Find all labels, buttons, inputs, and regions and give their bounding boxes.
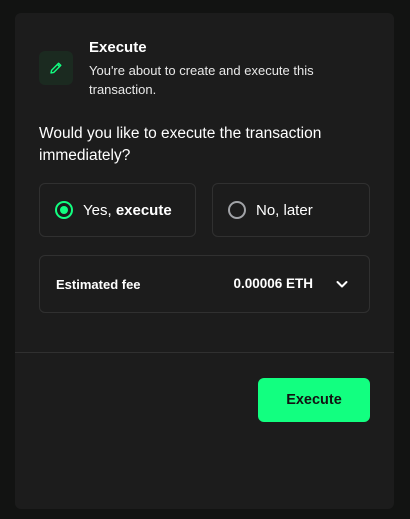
fee-label: Estimated fee xyxy=(56,277,141,292)
execute-question: Would you like to execute the transactio… xyxy=(39,125,322,164)
radio-unchecked-icon[interactable] xyxy=(228,201,246,219)
execute-now-option[interactable]: Yes, execute xyxy=(39,183,196,237)
estimated-fee-accordion[interactable]: Estimated fee 0.00006 ETH xyxy=(39,255,370,313)
execute-later-option[interactable]: No, later xyxy=(212,183,370,237)
chevron-down-icon[interactable] xyxy=(333,275,351,293)
pencil-icon xyxy=(39,51,73,85)
execute-later-label: No, later xyxy=(256,201,313,219)
execute-now-label: Yes, execute xyxy=(83,202,172,219)
radio-checked-icon[interactable] xyxy=(55,201,73,219)
fee-value: 0.00006 ETH xyxy=(233,276,313,291)
execute-now-bold: execute xyxy=(115,201,172,219)
execute-now-prefix: Yes, xyxy=(83,201,116,219)
header-description: You're about to create and execute this … xyxy=(89,63,314,97)
execute-button[interactable]: Execute xyxy=(258,378,370,422)
execute-card: Execute You're about to create and execu… xyxy=(15,13,394,509)
header-title: Execute xyxy=(89,39,147,56)
divider xyxy=(15,352,394,353)
